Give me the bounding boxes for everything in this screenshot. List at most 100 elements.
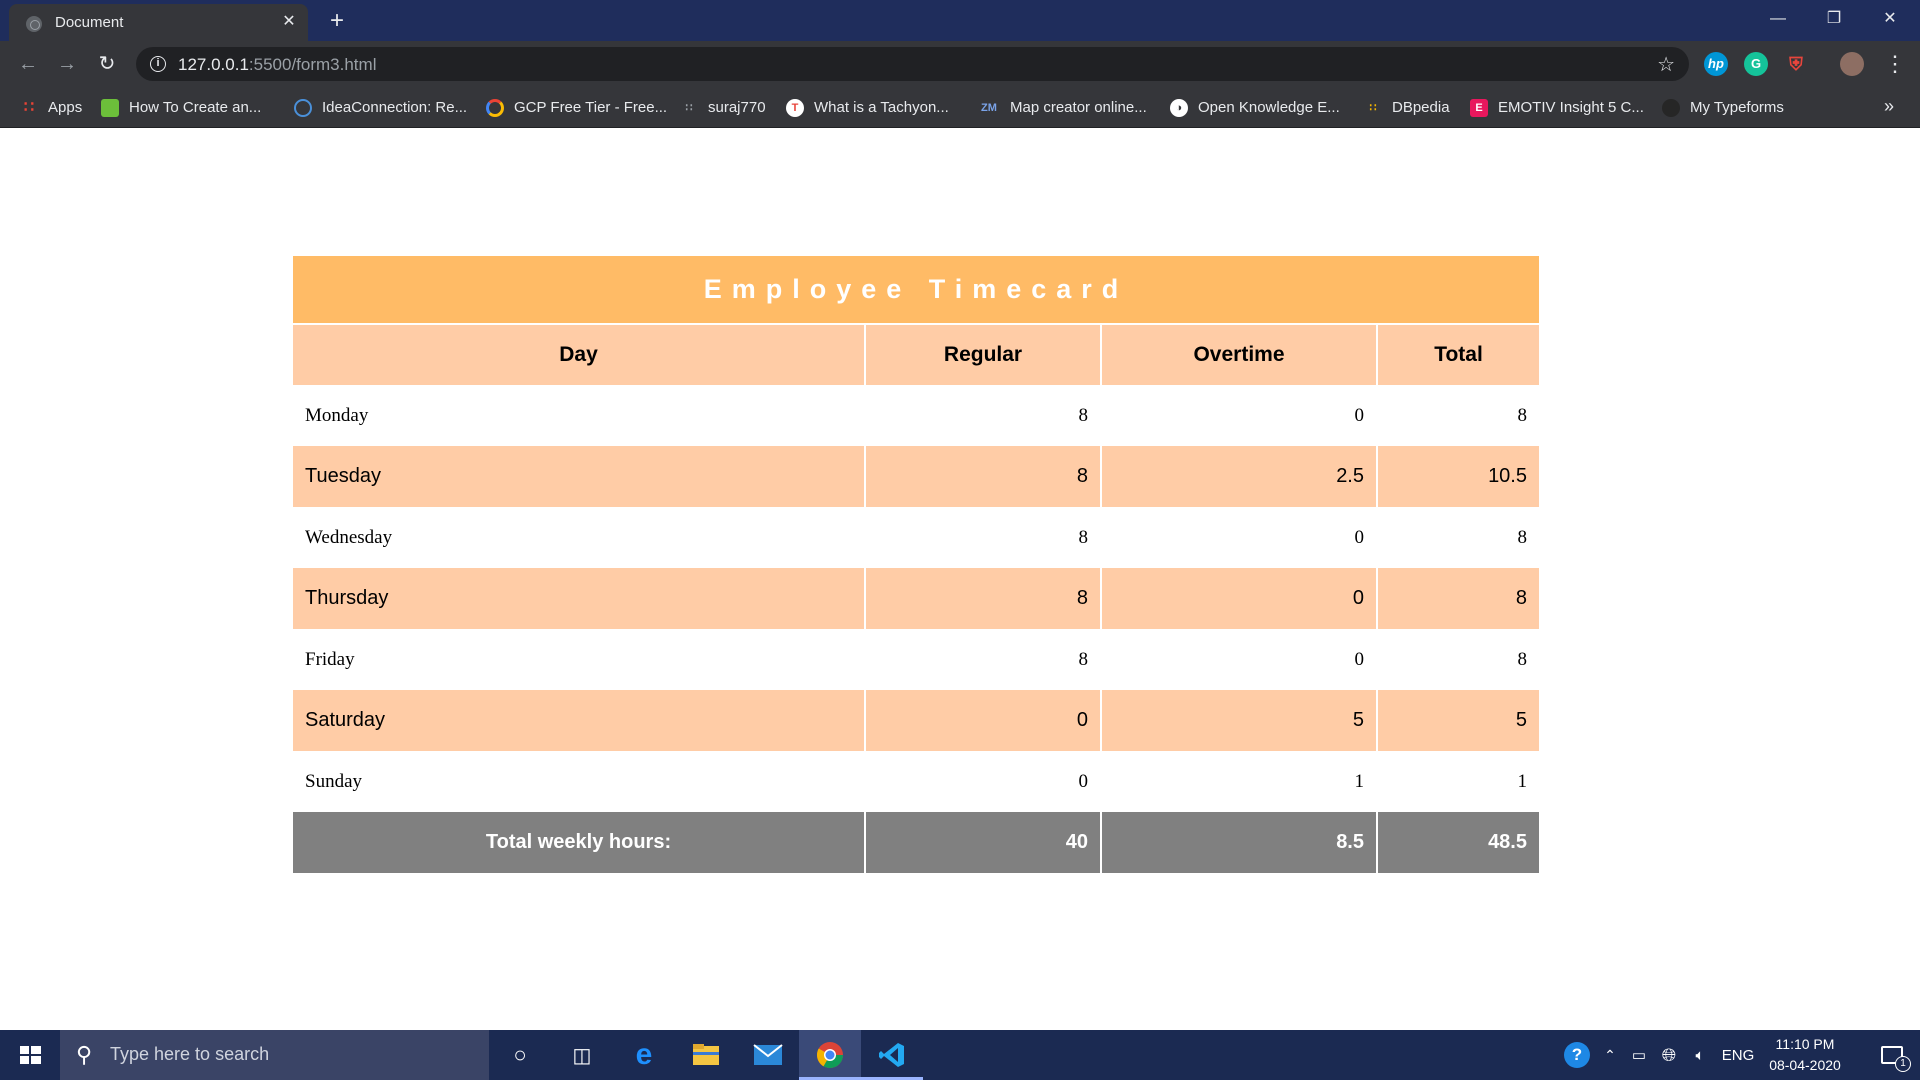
url-text[interactable]: 127.0.0.1:5500/form3.html (178, 55, 376, 75)
bookmark-item[interactable]: ∷ DBpedia (1364, 87, 1450, 128)
overtime-cell: 1 (1101, 751, 1378, 812)
day-cell: Sunday (293, 751, 866, 812)
bookmark-favicon-icon: E (1470, 98, 1488, 117)
chrome-icon[interactable] (799, 1030, 861, 1080)
regular-cell: 8 (865, 385, 1102, 446)
more-bookmarks-icon[interactable]: » (1884, 96, 1894, 117)
regular-cell: 8 (865, 507, 1102, 568)
bookmark-favicon-icon: ZM (981, 101, 997, 114)
site-info-icon[interactable]: i (150, 56, 166, 72)
search-icon: ⚲ (76, 1042, 93, 1067)
bookmark-item[interactable]: ∷ suraj770 (680, 87, 766, 128)
bookmark-item[interactable]: E EMOTIV Insight 5 C... (1470, 87, 1644, 128)
clock-time: 11:10 PM (1775, 1036, 1835, 1052)
table-row: Tuesday 8 2.5 10.5 (293, 446, 1539, 507)
bookmark-apps[interactable]: ∷ Apps (20, 87, 82, 128)
tab-title: Document (55, 14, 124, 31)
bookmark-item[interactable]: GCP Free Tier - Free... (486, 87, 667, 128)
table-row: Monday 8 0 8 (293, 385, 1539, 446)
edge-browser-icon[interactable]: e (613, 1030, 675, 1080)
overtime-cell: 5 (1101, 690, 1378, 751)
grammarly-icon[interactable]: G (1744, 52, 1768, 76)
total-cell: 8 (1377, 385, 1539, 446)
apps-grid-icon: ∷ (23, 98, 35, 116)
cortana-icon[interactable]: ○ (489, 1030, 551, 1080)
browser-toolbar: ← → ↻ i 127.0.0.1:5500/form3.html ☆ hp G… (0, 41, 1920, 87)
restore-icon[interactable]: ❐ (1806, 0, 1862, 38)
notifications-icon[interactable]: 1 (1864, 1030, 1920, 1080)
timecard-table: Employee Timecard Day Regular Overtime T… (293, 256, 1539, 873)
table-row: Thursday 8 0 8 (293, 568, 1539, 629)
table-row: Saturday 0 5 5 (293, 690, 1539, 751)
total-cell: 8 (1377, 568, 1539, 629)
page-favicon-icon (26, 16, 42, 32)
close-window-icon[interactable]: ✕ (1862, 0, 1918, 38)
total-total: 48.5 (1377, 812, 1539, 873)
bookmark-favicon-icon (294, 98, 312, 117)
bookmarks-bar: ∷ Apps How To Create an... IdeaConnectio… (0, 87, 1920, 128)
chevron-up-icon[interactable]: ⌃ (1598, 1030, 1622, 1080)
bookmark-favicon-icon (101, 98, 119, 117)
day-cell: Thursday (293, 568, 866, 629)
regular-cell: 0 (865, 751, 1102, 812)
network-globe-icon[interactable]: 🌐︎ (1656, 1030, 1682, 1080)
bookmark-item[interactable]: How To Create an... (101, 87, 261, 128)
bookmark-item[interactable]: ZM Map creator online... (978, 87, 1147, 128)
minimize-icon[interactable]: — (1750, 0, 1806, 38)
profile-avatar[interactable] (1840, 52, 1864, 76)
total-cell: 8 (1377, 507, 1539, 568)
battery-icon[interactable]: ▭ (1626, 1030, 1652, 1080)
overtime-cell: 0 (1101, 385, 1378, 446)
regular-cell: 8 (865, 446, 1102, 507)
total-regular: 40 (865, 812, 1102, 873)
forward-icon[interactable]: → (53, 50, 81, 78)
menu-icon[interactable]: ⋮ (1884, 50, 1906, 78)
language-indicator[interactable]: ENG (1718, 1030, 1758, 1080)
back-icon[interactable]: ← (14, 50, 42, 78)
windows-start-icon[interactable] (0, 1030, 60, 1080)
header-total: Total (1377, 324, 1539, 385)
new-tab-icon[interactable]: + (323, 7, 351, 35)
search-placeholder: Type here to search (110, 1044, 270, 1064)
clock[interactable]: 11:10 PM 08-04-2020 (1760, 1034, 1850, 1076)
overtime-cell: 0 (1101, 629, 1378, 690)
bookmark-item[interactable]: T What is a Tachyon... (786, 87, 949, 128)
clock-date: 08-04-2020 (1769, 1057, 1841, 1073)
table-title: Employee Timecard (293, 256, 1539, 325)
bookmark-item[interactable]: IdeaConnection: Re... (294, 87, 467, 128)
table-row: Friday 8 0 8 (293, 629, 1539, 690)
bookmark-star-icon[interactable]: ☆ (1657, 52, 1675, 77)
reload-icon[interactable]: ↻ (93, 50, 121, 78)
header-row: Day Regular Overtime Total (293, 324, 1539, 385)
mail-icon[interactable] (737, 1030, 799, 1080)
globe-icon: ◑ (1170, 98, 1188, 117)
day-cell: Monday (293, 385, 866, 446)
help-icon[interactable]: ? (1560, 1030, 1594, 1080)
total-cell: 1 (1377, 751, 1539, 812)
table-row: Sunday 0 1 1 (293, 751, 1539, 812)
header-overtime: Overtime (1101, 324, 1378, 385)
close-tab-icon[interactable]: ✕ (279, 12, 299, 32)
file-explorer-icon[interactable] (675, 1030, 737, 1080)
bookmark-item[interactable]: My Typeforms (1662, 87, 1784, 128)
volume-icon[interactable]: 🔈︎ (1686, 1030, 1714, 1080)
task-view-icon[interactable]: ◫ (551, 1030, 613, 1080)
total-cell: 8 (1377, 629, 1539, 690)
total-cell: 5 (1377, 690, 1539, 751)
vscode-icon[interactable] (861, 1030, 923, 1080)
regular-cell: 0 (865, 690, 1102, 751)
browser-tab[interactable]: Document ✕ (9, 4, 308, 41)
regular-cell: 8 (865, 568, 1102, 629)
bookmark-favicon-icon (1662, 98, 1680, 117)
notification-count-badge: 1 (1895, 1056, 1911, 1072)
regular-cell: 8 (865, 629, 1102, 690)
bookmark-favicon-icon: ∷ (1369, 101, 1377, 114)
hp-extension-icon[interactable]: hp (1704, 52, 1728, 76)
day-cell: Wednesday (293, 507, 866, 568)
shield-extension-icon[interactable]: ⛨ (1784, 52, 1808, 76)
total-row: Total weekly hours: 40 8.5 48.5 (293, 812, 1539, 873)
address-bar[interactable]: i 127.0.0.1:5500/form3.html ☆ (136, 47, 1689, 81)
bookmark-item[interactable]: ◑ Open Knowledge E... (1170, 87, 1340, 128)
taskbar-search-input[interactable]: ⚲ Type here to search (60, 1030, 489, 1080)
table-row: Wednesday 8 0 8 (293, 507, 1539, 568)
